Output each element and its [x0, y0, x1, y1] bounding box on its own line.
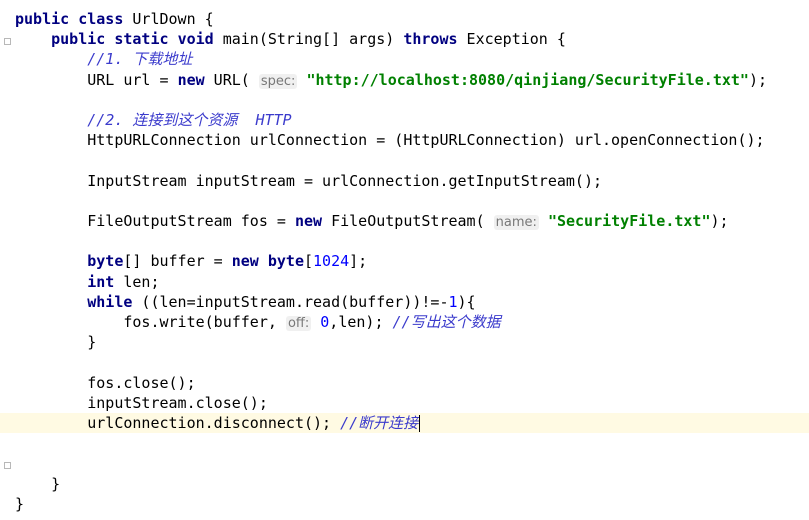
code-token: UrlDown {: [123, 10, 214, 28]
code-token: //断开连接: [340, 414, 419, 432]
code-token: fos.write(buffer,: [15, 313, 286, 331]
code-token: main(String[] args): [213, 30, 404, 49]
code-token: URL(: [204, 70, 259, 89]
code-token: //1. 下载地址: [87, 50, 193, 69]
code-line[interactable]: fos.write(buffer, off: 0,len); //写出这个数据: [0, 312, 809, 332]
code-line[interactable]: HttpURLConnection urlConnection = (HttpU…: [0, 130, 809, 150]
code-token: FileOutputStream(: [322, 212, 494, 230]
code-token: fos.close();: [15, 373, 196, 392]
code-token: );: [748, 70, 768, 89]
parameter-hint: off:: [285, 316, 312, 331]
code-line[interactable]: }: [0, 474, 809, 494]
code-line[interactable]: while ((len=inputStream.read(buffer))!=-…: [0, 292, 809, 312]
code-token: Exception {: [457, 30, 566, 49]
code-token: //2. 连接到这个资源 HTTP: [87, 111, 292, 129]
code-token: static: [114, 30, 169, 49]
code-token: }: [15, 494, 25, 513]
code-token: new: [231, 252, 259, 271]
code-token: HttpURLConnection urlConnection = (HttpU…: [15, 131, 765, 150]
code-line[interactable]: [0, 150, 809, 170]
code-token: 0: [320, 313, 330, 331]
code-line[interactable]: [0, 231, 809, 251]
code-line[interactable]: public class UrlDown {: [0, 9, 809, 29]
code-line[interactable]: [0, 191, 809, 211]
code-token: void: [177, 30, 214, 49]
code-line[interactable]: [0, 352, 809, 372]
code-token: [] buffer =: [123, 252, 232, 271]
code-token: 1024: [313, 252, 350, 271]
code-token: throws: [403, 30, 458, 49]
code-line[interactable]: URL url = new URL( spec: "http://localho…: [0, 70, 809, 90]
code-token: ,len);: [329, 313, 393, 331]
code-token: //写出这个数据: [392, 313, 501, 331]
code-token: "http://localhost:8080/qinjiang/Security…: [306, 70, 749, 89]
code-line[interactable]: public static void main(String[] args) t…: [0, 29, 809, 49]
code-line[interactable]: //2. 连接到这个资源 HTTP: [0, 110, 809, 130]
code-line[interactable]: InputStream inputStream = urlConnection.…: [0, 171, 809, 191]
code-token: new: [177, 70, 205, 89]
code-line[interactable]: urlConnection.disconnect(); //断开连接: [0, 413, 809, 433]
code-token: while: [87, 292, 133, 311]
code-token: public: [15, 10, 70, 28]
code-token: }: [15, 474, 61, 493]
code-token: len;: [114, 272, 160, 291]
parameter-hint: spec:: [258, 73, 298, 89]
code-line[interactable]: [0, 453, 809, 473]
code-token: }: [15, 333, 97, 352]
code-line[interactable]: byte[] buffer = new byte[1024];: [0, 251, 809, 271]
code-token: ];: [349, 252, 368, 271]
code-token: urlConnection.disconnect();: [15, 414, 341, 432]
code-token: new: [294, 212, 323, 230]
code-token: FileOutputStream fos =: [15, 212, 295, 230]
code-token: );: [710, 212, 729, 230]
code-line[interactable]: }: [0, 332, 809, 352]
parameter-hint: name:: [493, 215, 539, 230]
text-caret: [419, 415, 421, 432]
code-token: public: [51, 30, 106, 49]
code-token: byte: [87, 252, 124, 271]
code-token: ((len=inputStream.read(buffer))!=-: [132, 292, 449, 311]
code-line[interactable]: [0, 433, 809, 453]
code-token: [: [304, 252, 314, 271]
code-line[interactable]: //1. 下载地址: [0, 49, 809, 69]
code-token: class: [78, 10, 124, 28]
code-line[interactable]: inputStream.close();: [0, 393, 809, 413]
code-line[interactable]: }: [0, 494, 809, 514]
code-token: "SecurityFile.txt": [547, 212, 711, 230]
code-token: URL url =: [15, 70, 178, 89]
code-line[interactable]: FileOutputStream fos = new FileOutputStr…: [0, 211, 809, 231]
code-token: InputStream inputStream = urlConnection.…: [15, 171, 602, 190]
code-line[interactable]: fos.close();: [0, 373, 809, 393]
code-line[interactable]: [0, 90, 809, 110]
code-token: inputStream.close();: [15, 393, 268, 412]
code-token: ){: [457, 292, 476, 311]
code-line[interactable]: int len;: [0, 272, 809, 292]
code-token: int: [87, 272, 115, 291]
code-token: byte: [267, 252, 304, 271]
code-token: 1: [448, 292, 458, 311]
